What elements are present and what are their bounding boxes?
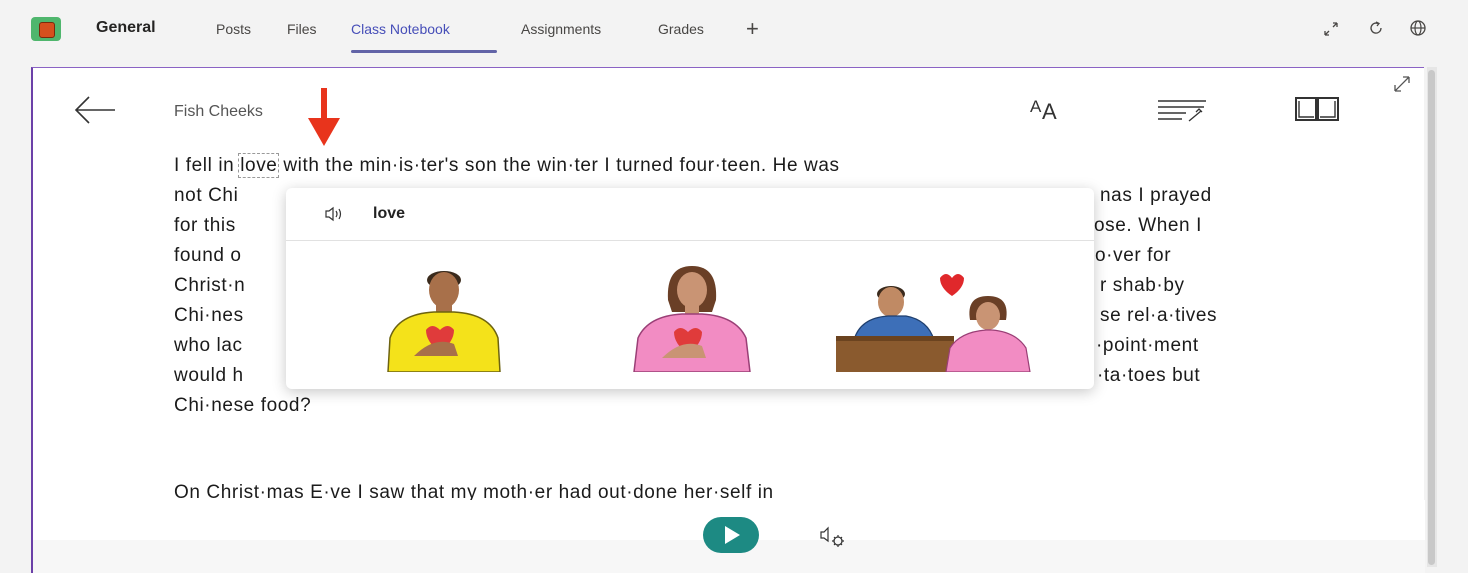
- text-fragment: for this: [174, 215, 236, 236]
- tab-bar: General Posts Files Class Notebook Assig…: [0, 0, 1468, 58]
- fullscreen-icon[interactable]: [1392, 74, 1412, 94]
- reading-preferences-icon[interactable]: [1294, 95, 1340, 123]
- text-fragment: Chi·nese food?: [174, 395, 312, 416]
- couple-heart-picture: [836, 274, 1031, 372]
- tab-assignments[interactable]: Assignments: [521, 21, 601, 37]
- woman-heart-picture: [633, 266, 751, 372]
- text-fragment: I fell in: [174, 155, 241, 176]
- text-fragment: found o: [174, 245, 242, 266]
- man-heart-picture: [387, 271, 501, 372]
- svg-text:A: A: [1030, 97, 1042, 116]
- document-title: Fish Cheeks: [174, 103, 263, 120]
- channel-name[interactable]: General: [96, 19, 156, 37]
- add-tab-button[interactable]: +: [746, 16, 759, 42]
- text-fragment: ·ta·toes but: [1097, 365, 1201, 386]
- text-fragment: with the min·is·ter's son the win·ter I …: [277, 155, 840, 176]
- voice-settings-icon[interactable]: [819, 526, 849, 548]
- tab-grades[interactable]: Grades: [658, 21, 704, 37]
- popup-header: love: [286, 188, 1094, 241]
- text-fragment: se rel·a·tives: [1100, 305, 1218, 326]
- red-pointer-arrow: [308, 88, 340, 146]
- text-fragment: not Chi: [174, 185, 239, 206]
- text-fragment: o·ver for: [1095, 245, 1172, 266]
- text-fragment: nas I prayed: [1100, 185, 1212, 206]
- tab-posts[interactable]: Posts: [216, 21, 251, 37]
- svg-text:A: A: [1042, 99, 1057, 123]
- text-fragment: Christ·n: [174, 275, 246, 296]
- text-fragment: who lac: [174, 335, 243, 356]
- text-fragment: r shab·by: [1100, 275, 1185, 296]
- text-line: I fell in love with the min·is·ter's son…: [174, 151, 1284, 181]
- text-fragment: Chi·nes: [174, 305, 244, 326]
- popup-word: love: [373, 205, 406, 222]
- active-tab-indicator: [351, 50, 497, 53]
- text-fragment: ·point·ment: [1096, 335, 1199, 356]
- globe-icon[interactable]: [1409, 19, 1427, 37]
- text-line: Chi·nese food?: [174, 391, 1284, 421]
- play-button[interactable]: [703, 517, 759, 553]
- scrollbar-thumb[interactable]: [1428, 70, 1435, 565]
- tab-files[interactable]: Files: [287, 21, 317, 37]
- text-preferences-icon[interactable]: A A: [1029, 95, 1069, 123]
- picture-dictionary-popup: love: [286, 188, 1094, 389]
- text-fragment: ose. When I: [1094, 215, 1202, 236]
- team-avatar-icon[interactable]: [31, 17, 61, 41]
- expand-icon[interactable]: [1322, 20, 1340, 38]
- refresh-icon[interactable]: [1367, 19, 1385, 37]
- back-arrow-icon[interactable]: [73, 94, 117, 126]
- selected-word[interactable]: love: [238, 153, 280, 178]
- speaker-icon[interactable]: [324, 206, 346, 222]
- tab-class-notebook[interactable]: Class Notebook: [351, 21, 450, 37]
- text-fragment: would h: [174, 365, 244, 386]
- grammar-options-icon[interactable]: [1156, 98, 1208, 124]
